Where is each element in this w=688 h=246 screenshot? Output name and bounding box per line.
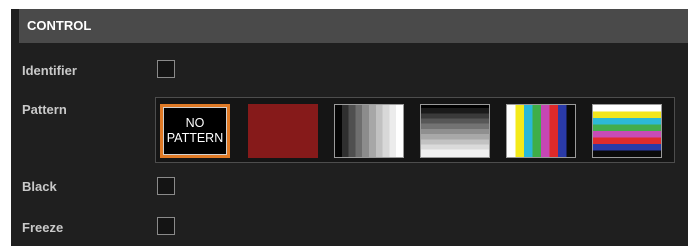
- pattern-selector: NO PATTERN: [155, 97, 675, 163]
- pattern-horizontal-gray-ramp[interactable]: [420, 104, 490, 158]
- black-checkbox[interactable]: [157, 177, 175, 195]
- pattern-label: Pattern: [22, 102, 67, 117]
- pattern-horizontal-color-bars[interactable]: [592, 104, 662, 158]
- pattern-red[interactable]: [248, 104, 318, 158]
- no-pattern-label: NO PATTERN: [163, 107, 227, 155]
- identifier-checkbox[interactable]: [157, 60, 175, 78]
- pattern-vertical-gray-ramp[interactable]: [334, 104, 404, 158]
- identifier-label: Identifier: [22, 63, 77, 78]
- black-label: Black: [22, 179, 57, 194]
- pattern-no-pattern[interactable]: NO PATTERN: [160, 104, 230, 158]
- pattern-vertical-color-bars[interactable]: [506, 104, 576, 158]
- freeze-label: Freeze: [22, 220, 64, 235]
- freeze-checkbox[interactable]: [157, 217, 175, 235]
- control-panel-body: CONTROL Identifier Pattern NO PATTERN Bl…: [11, 9, 688, 246]
- control-panel: CONTROL Identifier Pattern NO PATTERN Bl…: [0, 0, 688, 246]
- panel-header: CONTROL: [19, 9, 688, 43]
